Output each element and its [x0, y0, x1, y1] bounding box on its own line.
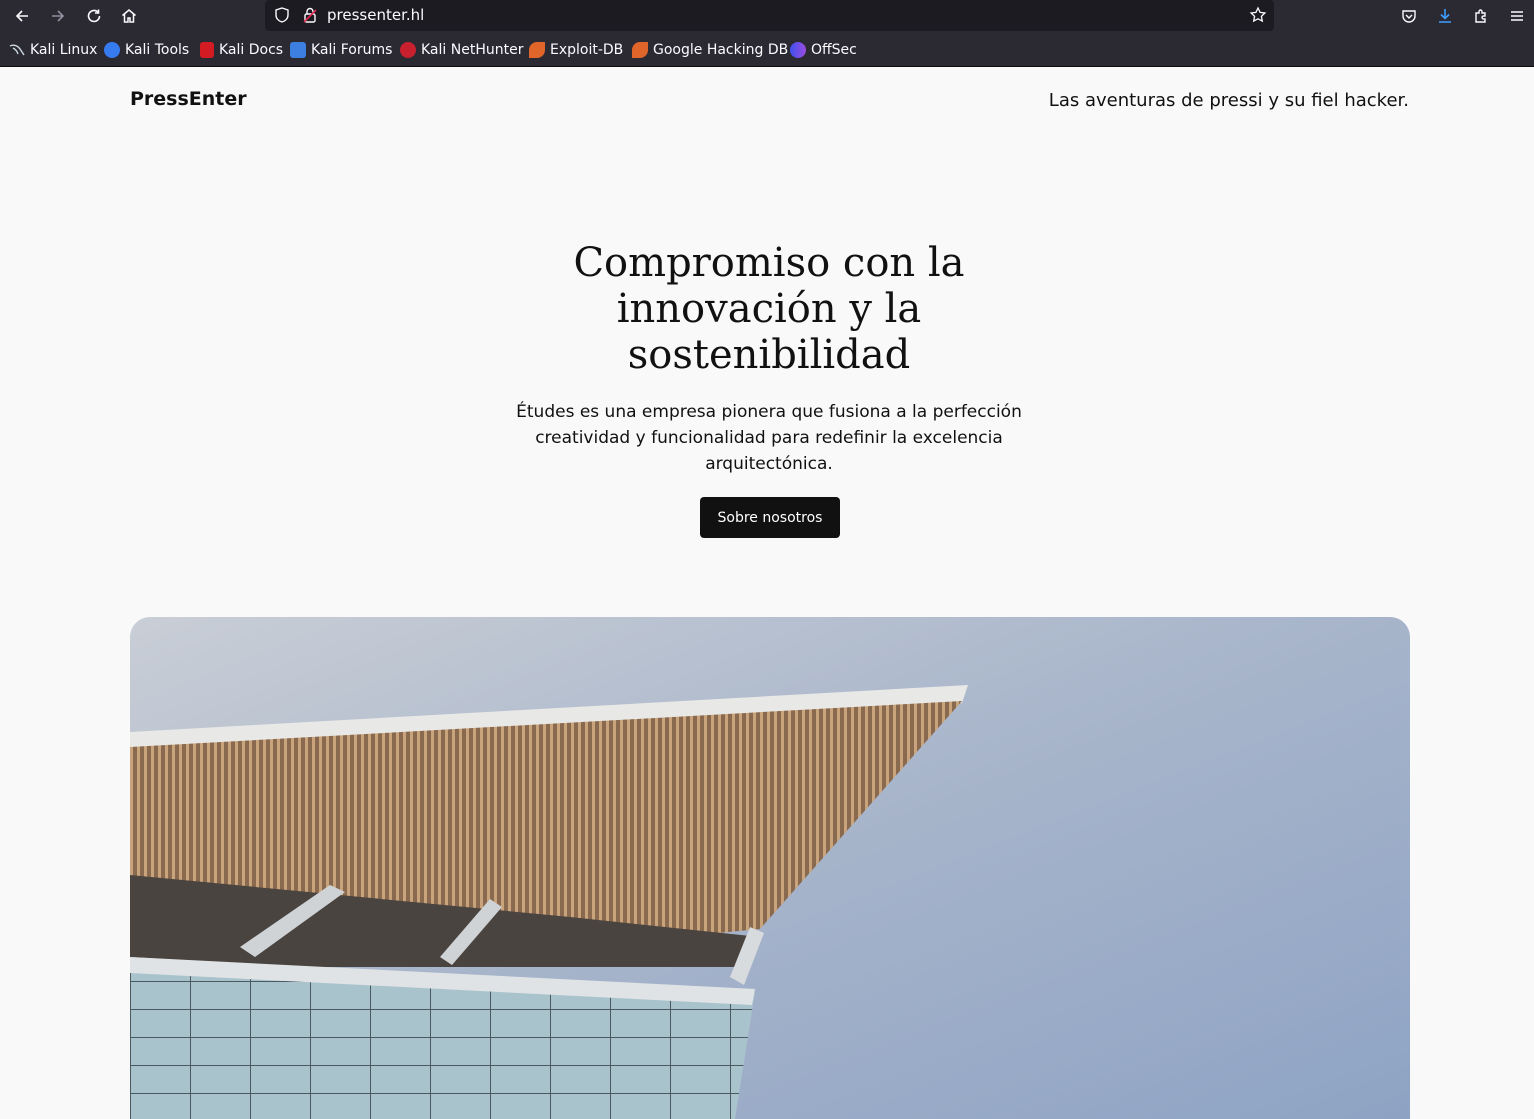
home-icon: [122, 9, 136, 23]
downloads-button[interactable]: [1431, 3, 1459, 29]
kali-dragon-icon: [9, 44, 25, 56]
menu-button[interactable]: [1503, 3, 1531, 29]
exploit-db-icon: [529, 42, 545, 58]
bookmark-kali-tools[interactable]: Kali Tools: [104, 41, 189, 59]
bookmark-label: Kali NetHunter: [421, 42, 524, 58]
bookmark-kali-nethunter[interactable]: Kali NetHunter: [400, 41, 523, 59]
lock-warning-icon[interactable]: [301, 6, 319, 24]
home-button[interactable]: [115, 3, 143, 29]
hero-heading: Compromiso con la innovación y la sosten…: [573, 240, 965, 378]
bookmark-google-hacking-db[interactable]: Google Hacking DB: [632, 41, 788, 59]
kali-tools-icon: [104, 42, 120, 58]
bookmark-label: Kali Docs: [219, 42, 284, 58]
exploit-db-icon: [632, 42, 648, 58]
reload-button[interactable]: [80, 3, 108, 29]
bookmark-kali-docs[interactable]: Kali Docs: [200, 41, 283, 59]
bookmark-kali-forums[interactable]: Kali Forums: [290, 41, 392, 59]
site-title-link[interactable]: PressEnter: [130, 88, 247, 110]
bookmark-label: Kali Forums: [311, 42, 393, 58]
back-button[interactable]: [8, 3, 36, 29]
hero-building-image: [130, 617, 1410, 1119]
url-text[interactable]: pressenter.hl: [327, 6, 424, 24]
puzzle-piece-icon: [1475, 9, 1486, 23]
star-icon[interactable]: [1249, 6, 1267, 24]
offsec-icon: [790, 42, 806, 58]
bookmark-label: Google Hacking DB: [653, 42, 789, 58]
bookmarks-toolbar: Kali Linux Kali Tools Kali Docs Kali For…: [0, 33, 1534, 67]
arrow-left-icon: [15, 10, 28, 22]
bookmark-label: Kali Tools: [125, 42, 190, 58]
reload-icon: [87, 9, 101, 23]
pocket-icon: [1402, 10, 1416, 23]
hero-description: Études es una empresa pionera que fusion…: [516, 402, 1022, 474]
bookmark-offsec[interactable]: OffSec: [790, 41, 857, 59]
extensions-button[interactable]: [1467, 3, 1495, 29]
bookmark-label: OffSec: [811, 42, 857, 58]
bookmark-kali-linux[interactable]: Kali Linux: [9, 41, 97, 59]
bookmark-label: Exploit-DB: [550, 42, 624, 58]
bookmark-label: Kali Linux: [30, 42, 98, 58]
about-us-button[interactable]: Sobre nosotros: [700, 497, 840, 538]
hamburger-menu-icon: [1511, 11, 1523, 21]
arrow-right-icon: [52, 10, 65, 22]
address-bar[interactable]: pressenter.hl: [265, 0, 1274, 31]
kali-forums-icon: [290, 42, 306, 58]
browser-toolbar: pressenter.hl: [0, 0, 1534, 33]
kali-nethunter-icon: [400, 42, 416, 58]
bookmark-exploit-db[interactable]: Exploit-DB: [529, 41, 623, 59]
site-tagline: Las aventuras de pressi y su fiel hacker…: [1048, 90, 1409, 111]
forward-button[interactable]: [44, 3, 72, 29]
pocket-button[interactable]: [1395, 3, 1423, 29]
shield-icon[interactable]: [273, 6, 291, 24]
download-icon: [1439, 9, 1451, 23]
kali-docs-icon: [200, 42, 214, 58]
